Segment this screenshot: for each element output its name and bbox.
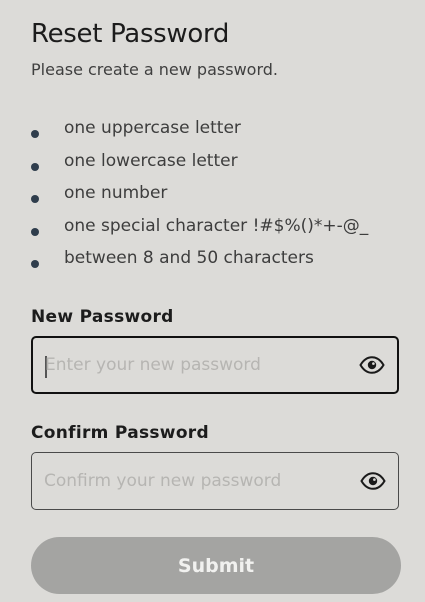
bullet-icon <box>31 195 39 203</box>
eye-icon[interactable] <box>360 472 386 490</box>
eye-icon[interactable] <box>359 356 385 374</box>
bullet-icon <box>31 130 39 138</box>
bullet-icon <box>31 227 39 236</box>
new-password-field[interactable] <box>31 336 399 394</box>
requirement-item: between 8 and 50 characters <box>31 248 401 281</box>
requirement-text: between 8 and 50 characters <box>64 248 314 268</box>
password-requirements-list: one uppercase letter one lowercase lette… <box>31 118 401 281</box>
confirm-password-label: Confirm Password <box>31 423 209 443</box>
bullet-icon <box>31 260 39 268</box>
bullet-icon <box>31 162 39 171</box>
new-password-input[interactable] <box>45 338 345 392</box>
confirm-password-input[interactable] <box>44 453 344 509</box>
requirement-item: one uppercase letter <box>31 118 401 151</box>
confirm-password-field[interactable] <box>31 452 399 510</box>
page-subtitle: Please create a new password. <box>31 60 278 79</box>
submit-button[interactable]: Submit <box>31 537 401 594</box>
requirement-text: one special character !#$%()*+-@_ <box>64 215 369 236</box>
new-password-label: New Password <box>31 307 174 327</box>
requirement-text: one lowercase letter <box>64 150 238 171</box>
requirement-item: one number <box>31 183 401 216</box>
requirement-text: one uppercase letter <box>64 118 241 138</box>
requirement-text: one number <box>64 183 168 203</box>
requirement-item: one special character !#$%()*+-@_ <box>31 216 401 249</box>
page-title: Reset Password <box>31 19 230 49</box>
requirement-item: one lowercase letter <box>31 151 401 184</box>
